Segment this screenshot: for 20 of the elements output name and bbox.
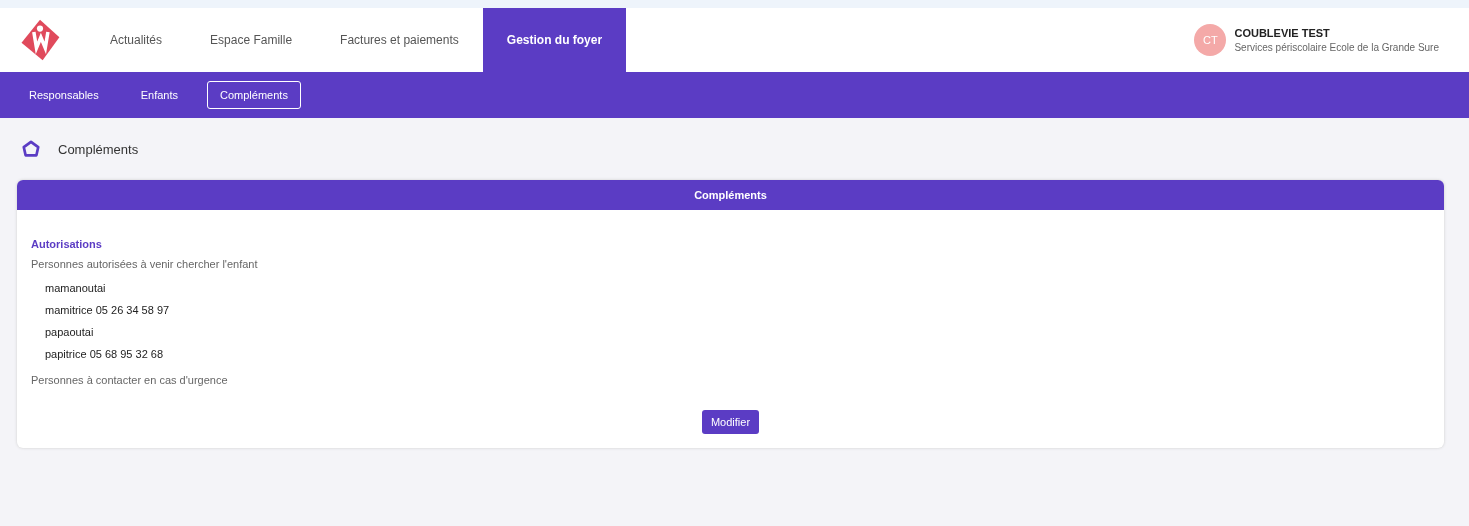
- nav-tab[interactable]: Factures et paiements: [316, 8, 483, 72]
- user-name: COUBLEVIE TEST: [1234, 27, 1331, 39]
- person-entry: papitrice 05 68 95 32 68: [45, 348, 164, 360]
- person-entry: mamitrice 05 26 34 58 97: [45, 304, 170, 316]
- subnav-tab[interactable]: Responsables: [16, 81, 112, 109]
- person-entry: papaoutai: [45, 326, 94, 338]
- subnav-tab[interactable]: Enfants: [127, 81, 192, 109]
- section-title: Autorisations: [31, 238, 103, 250]
- home-icon[interactable]: [22, 140, 40, 158]
- modify-button[interactable]: Modifier: [701, 410, 760, 434]
- nav-tab[interactable]: Gestion du foyer: [482, 8, 627, 72]
- person-entry: mamanoutai: [45, 282, 106, 294]
- field-label: Personnes à contacter en cas d'urgence: [31, 374, 229, 386]
- field-label: Personnes autorisées à venir chercher l'enfant: [31, 258, 259, 270]
- card-title: Compléments: [17, 180, 1444, 210]
- nav-tab[interactable]: Espace Famille: [186, 8, 317, 72]
- nav-tab[interactable]: Actualités: [86, 8, 187, 72]
- breadcrumb-label: Compléments: [58, 141, 139, 157]
- subnav-tab[interactable]: Compléments: [207, 81, 301, 109]
- user-organization: Services périscolaire Ecole de la Grande Sure: [1234, 42, 1439, 53]
